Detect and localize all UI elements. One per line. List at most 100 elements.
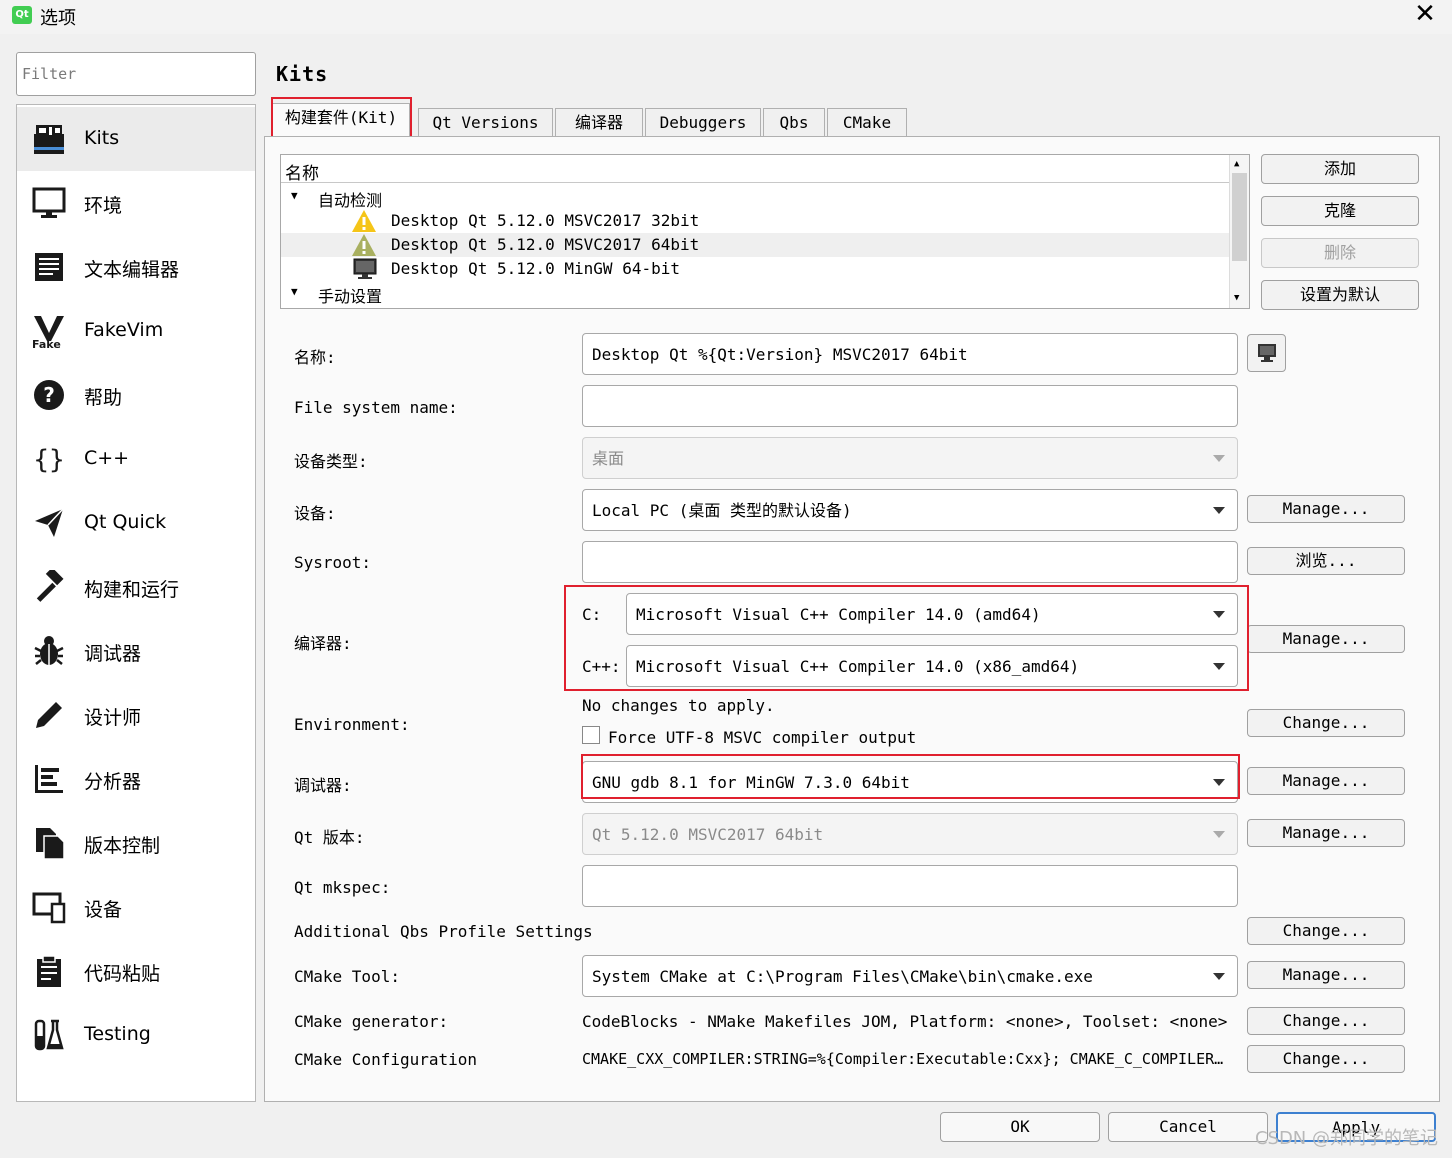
sidebar-item-label: 代码粘贴 — [84, 963, 161, 985]
cmake-generator-change-button[interactable]: Change... — [1247, 1007, 1405, 1035]
sidebar-item-text-editor[interactable]: 文本编辑器 — [17, 235, 255, 299]
cmake-tool-manage-button[interactable]: Manage... — [1247, 961, 1405, 989]
force-utf8-checkbox[interactable] — [582, 726, 600, 744]
sidebar-item-qt-quick[interactable]: Qt Quick — [17, 491, 255, 555]
filter-input[interactable] — [16, 52, 256, 96]
ok-button[interactable]: OK — [940, 1112, 1100, 1142]
bug-icon — [29, 631, 69, 671]
sidebar-item-testing[interactable]: Testing — [17, 1003, 255, 1067]
qt-version-manage-button[interactable]: Manage... — [1247, 819, 1405, 847]
kit-icon-button[interactable] — [1247, 334, 1286, 372]
debugger-value: GNU gdb 8.1 for MinGW 7.3.0 64bit — [592, 773, 910, 792]
sidebar-item-label: 构建和运行 — [84, 579, 180, 601]
cmake-tool-combo[interactable]: System CMake at C:\Program Files\CMake\b… — [582, 955, 1238, 997]
qt-version-combo[interactable]: Qt 5.12.0 MSVC2017 64bit — [582, 813, 1238, 855]
device-combo[interactable]: Local PC (桌面 类型的默认设备) — [582, 489, 1238, 531]
sidebar-item-version-control[interactable]: 版本控制 — [17, 811, 255, 875]
sidebar: Kits 环境 文本编辑器 Fake FakeVim ? 帮助 {} C++ Q… — [16, 104, 256, 1102]
cmake-config-label: CMake Configuration — [294, 1050, 478, 1069]
dropdown-arrow-icon — [1213, 831, 1225, 838]
sidebar-item-label: 调试器 — [84, 643, 142, 665]
compiler-manage-button[interactable]: Manage... — [1247, 625, 1405, 653]
sidebar-item-help[interactable]: ? 帮助 — [17, 363, 255, 427]
analyzer-icon — [29, 759, 69, 799]
qt-mkspec-label: Qt mkspec: — [294, 878, 391, 897]
compiler-cxx-value: Microsoft Visual C++ Compiler 14.0 (x86_… — [636, 657, 1080, 676]
device-type-combo[interactable]: 桌面 — [582, 437, 1238, 479]
cmake-tool-value: System CMake at C:\Program Files\CMake\b… — [592, 967, 1093, 986]
monitor-icon — [29, 183, 69, 223]
sysroot-label: Sysroot: — [294, 553, 372, 572]
sidebar-item-code-paste[interactable]: 代码粘贴 — [17, 939, 255, 1003]
sidebar-item-environment[interactable]: 环境 — [17, 171, 255, 235]
compiler-c-combo[interactable]: Microsoft Visual C++ Compiler 14.0 (amd6… — [626, 593, 1238, 635]
sidebar-item-devices[interactable]: 设备 — [17, 875, 255, 939]
kit-tree[interactable]: 名称 ▼ 自动检测 Desktop Qt 5.12.0 MSVC2017 32b… — [280, 154, 1250, 309]
scroll-up-icon[interactable]: ▲ — [1234, 159, 1239, 169]
sysroot-field[interactable] — [582, 541, 1238, 583]
name-field[interactable]: Desktop Qt %{Qt:Version} MSVC2017 64bit — [582, 333, 1238, 375]
sidebar-item-cpp[interactable]: {} C++ — [17, 427, 255, 491]
cmake-generator-label: CMake generator: — [294, 1012, 449, 1031]
tab-qbs[interactable]: Qbs — [763, 108, 825, 136]
force-utf8-label[interactable]: Force UTF-8 MSVC compiler output — [608, 728, 916, 747]
sidebar-item-analyzer[interactable]: 分析器 — [17, 747, 255, 811]
title-bar: Qt 选项 ✕ — [0, 0, 1452, 34]
tree-kit-item[interactable]: Desktop Qt 5.12.0 MSVC2017 32bit — [281, 209, 1229, 233]
environment-change-button[interactable]: Change... — [1247, 709, 1405, 737]
qt-mkspec-field[interactable] — [582, 865, 1238, 907]
svg-text:Fake: Fake — [32, 338, 61, 349]
compiler-cxx-combo[interactable]: Microsoft Visual C++ Compiler 14.0 (x86_… — [626, 645, 1238, 687]
compiler-c-label: C: — [582, 605, 602, 624]
pencil-icon — [29, 695, 69, 735]
tab-kits[interactable]: 构建套件(Kit) — [272, 103, 410, 136]
tab-qt-versions[interactable]: Qt Versions — [418, 108, 553, 136]
tree-group-manual[interactable]: ▼ 手动设置 — [281, 281, 1229, 306]
device-manage-button[interactable]: Manage... — [1247, 495, 1405, 523]
watermark: CSDN @郑同学的笔记 — [1254, 1128, 1438, 1149]
sidebar-item-label: 文本编辑器 — [84, 259, 180, 281]
add-kit-button[interactable]: 添加 — [1261, 154, 1419, 184]
cmake-config-change-button[interactable]: Change... — [1247, 1045, 1405, 1073]
scroll-down-icon[interactable]: ▼ — [1234, 293, 1239, 303]
tree-kit-item-selected[interactable]: Desktop Qt 5.12.0 MSVC2017 64bit — [281, 233, 1229, 257]
sidebar-item-label: 环境 — [84, 195, 123, 217]
scrollbar-thumb[interactable] — [1232, 173, 1247, 261]
make-default-button[interactable]: 设置为默认 — [1261, 280, 1419, 310]
fs-name-field[interactable] — [582, 385, 1238, 427]
environment-status: No changes to apply. — [582, 696, 775, 715]
dropdown-arrow-icon — [1213, 973, 1225, 980]
sidebar-item-label: Qt Quick — [84, 511, 167, 533]
sidebar-item-build-run[interactable]: 构建和运行 — [17, 555, 255, 619]
dropdown-arrow-icon — [1213, 663, 1225, 670]
close-icon[interactable]: ✕ — [1408, 0, 1442, 30]
cmake-tool-label: CMake Tool: — [294, 967, 400, 986]
expand-arrow-icon[interactable]: ▼ — [291, 189, 298, 202]
tab-debuggers[interactable]: Debuggers — [645, 108, 761, 136]
compiler-cxx-label: C++: — [582, 657, 621, 676]
monitor-icon — [1257, 343, 1277, 367]
tab-cmake[interactable]: CMake — [827, 108, 907, 136]
expand-arrow-icon[interactable]: ▼ — [291, 285, 298, 298]
tree-group-auto[interactable]: ▼ 自动检测 — [281, 185, 1229, 210]
sidebar-item-debugger[interactable]: 调试器 — [17, 619, 255, 683]
sidebar-item-label: 帮助 — [84, 387, 123, 409]
clone-kit-button[interactable]: 克隆 — [1261, 196, 1419, 226]
remove-kit-button[interactable]: 删除 — [1261, 238, 1419, 268]
help-icon: ? — [29, 375, 69, 415]
sysroot-browse-button[interactable]: 浏览... — [1247, 547, 1405, 575]
tree-kit-item[interactable]: Desktop Qt 5.12.0 MinGW 64-bit — [281, 257, 1229, 281]
sidebar-item-label: Testing — [84, 1023, 151, 1045]
cancel-button[interactable]: Cancel — [1108, 1112, 1268, 1142]
qt-version-label: Qt 版本: — [294, 828, 365, 847]
sidebar-item-kits[interactable]: Kits — [17, 107, 255, 171]
svg-text:?: ? — [43, 383, 55, 407]
qbs-profile-change-button[interactable]: Change... — [1247, 917, 1405, 945]
kit-tree-scrollbar[interactable]: ▲ ▼ — [1229, 155, 1249, 308]
sidebar-item-designer[interactable]: 设计师 — [17, 683, 255, 747]
debugger-combo[interactable]: GNU gdb 8.1 for MinGW 7.3.0 64bit — [582, 761, 1238, 803]
debugger-manage-button[interactable]: Manage... — [1247, 767, 1405, 795]
tab-compilers[interactable]: 编译器 — [555, 108, 643, 136]
sidebar-item-label: C++ — [84, 447, 130, 469]
sidebar-item-fakevim[interactable]: Fake FakeVim — [17, 299, 255, 363]
